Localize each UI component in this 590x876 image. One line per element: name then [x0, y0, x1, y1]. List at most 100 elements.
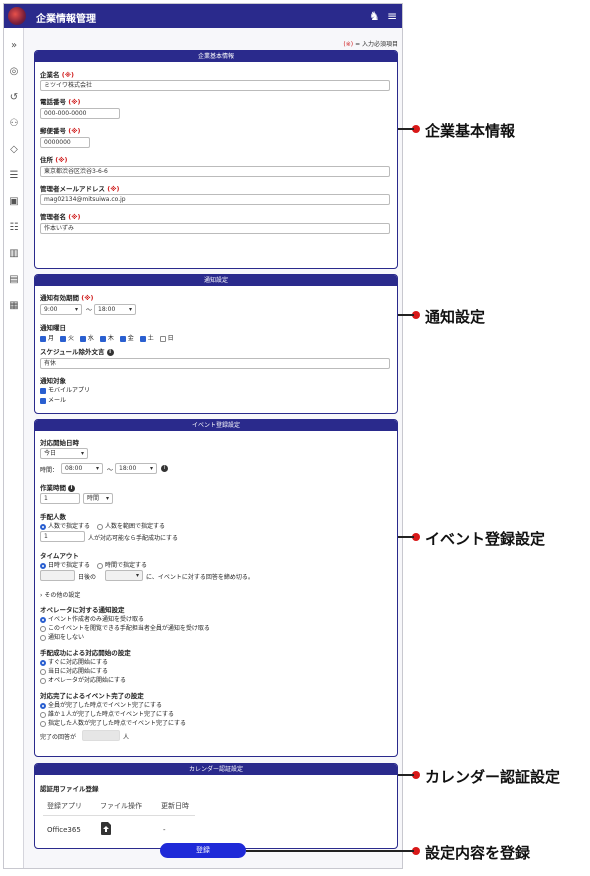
arrange-start-opt-1[interactable]: すぐに対応開始にする — [40, 657, 108, 666]
annotation-line-company — [398, 128, 414, 130]
complete-opt-3[interactable]: 指定した人数が完了した時点でイベント完了にする — [40, 718, 186, 727]
id-card-icon[interactable]: ▤ — [8, 274, 20, 286]
arrange-suffix: 人が対応可能なら手配成功にする — [88, 535, 179, 542]
notify-target-label: 通知対象 — [40, 377, 66, 385]
arrange-start-opt-3[interactable]: オペレータが対応開始にする — [40, 675, 126, 684]
company-panel-title: 企業基本情報 — [35, 51, 397, 62]
required-mark: (※) — [343, 41, 354, 48]
zip-input[interactable]: 0000000 — [40, 137, 90, 148]
timeout-days-text: 日後の — [78, 574, 97, 581]
zip-label: 郵便番号 (※) — [40, 127, 81, 135]
col-app-header: 登録アプリ — [47, 802, 82, 810]
tilde-text: 〜 — [86, 307, 93, 314]
expand-sidebar-icon[interactable]: » — [8, 40, 20, 52]
hamburger-menu-icon[interactable]: ≡ — [387, 9, 397, 23]
company-panel: 企業基本情報 企業名 (※) ミツイワ株式会社 電話番号 (※) 000-000… — [34, 50, 398, 269]
work-time-label: 作業時間 i — [40, 482, 75, 492]
notification-bell-icon[interactable]: ♞ — [369, 9, 380, 23]
table-divider — [43, 815, 195, 816]
target-mail-checkbox[interactable]: メール — [40, 395, 66, 404]
phone-input[interactable]: 000-000-0000 — [40, 108, 120, 119]
notify-panel-title: 通知設定 — [35, 275, 397, 286]
calendar-panel: カレンダー認証設定 認証用ファイル登録 登録アプリ ファイル操作 更新日時 Of… — [34, 763, 398, 849]
manager-label: 管理者名 (※) — [40, 213, 81, 221]
complete-opt-2[interactable]: 誰か１人が完了した時点でイベント完了にする — [40, 709, 174, 718]
op-notify-opt-1[interactable]: イベント作成者のみ通知を受け取る — [40, 614, 144, 623]
company-name-input[interactable]: ミツイワ株式会社 — [40, 80, 390, 91]
op-notify-opt-2[interactable]: このイベントを閲覧できる手配担当者全員が通知を受け取る — [40, 623, 210, 632]
day-tue[interactable]: 火 — [59, 335, 74, 342]
row-app-name: Office365 — [47, 826, 81, 834]
work-unit-select[interactable]: 時間 — [83, 493, 113, 504]
col-operation-header: ファイル操作 — [100, 802, 142, 810]
annotation-line-calendar — [398, 774, 414, 776]
save-icon[interactable]: ▣ — [8, 196, 20, 208]
arrange-opt-range[interactable]: 人数を範囲で指定する — [96, 523, 165, 530]
day-sat[interactable]: 土 — [139, 335, 154, 342]
file-upload-icon[interactable] — [101, 822, 111, 837]
op-notify-opt-3[interactable]: 通知をしない — [40, 632, 84, 641]
checklist-icon[interactable]: ☷ — [8, 222, 20, 234]
annotation-line-submit — [246, 850, 414, 852]
exclude-label: スケジュール除外文言 i — [40, 346, 114, 356]
timeout-days-input[interactable] — [40, 570, 75, 581]
row-updated: - — [163, 826, 166, 834]
building-icon[interactable]: ▥ — [8, 248, 20, 260]
tag-icon[interactable]: ◇ — [8, 144, 20, 156]
op-notify-label: オペレータに対する通知設定 — [40, 606, 125, 614]
complete-suffix: 人 — [123, 734, 130, 741]
other-settings-toggle[interactable]: › その他の設定 — [40, 590, 80, 599]
server-icon[interactable]: ☰ — [8, 170, 20, 182]
users-icon[interactable]: ⚇ — [8, 118, 20, 130]
company-name-label: 企業名 (※) — [40, 71, 75, 79]
notify-period-label: 通知有効期間 (※) — [40, 294, 94, 302]
time-label: 時間： — [40, 467, 59, 474]
time-to-select[interactable]: 18:00 — [115, 463, 157, 474]
info-icon[interactable]: i — [106, 348, 114, 356]
annotation-notify: 通知設定 — [425, 308, 486, 326]
email-input[interactable]: mag02134@mitsuiwa.co.jp — [40, 194, 390, 205]
book-icon[interactable]: ▦ — [8, 300, 20, 312]
arrange-count-input[interactable]: 1 — [40, 531, 85, 542]
day-fri[interactable]: 金 — [119, 335, 134, 342]
time-info-icon[interactable]: i — [161, 465, 168, 472]
day-wed[interactable]: 水 — [79, 335, 94, 342]
work-info-icon[interactable]: i — [68, 484, 75, 492]
main-content: (※) = 入力必須項目 企業基本情報 企業名 (※) ミツイワ株式会社 電話番… — [25, 28, 402, 868]
annotation-submit: 設定内容を登録 — [425, 844, 531, 862]
annotation-calendar: カレンダー認証設定 — [425, 768, 561, 786]
compass-icon[interactable]: ◎ — [8, 66, 20, 78]
notify-from-select[interactable]: 9:00 — [40, 304, 82, 315]
notify-days-list: 月 火 水 木 金 土 日 — [40, 333, 174, 342]
submit-button[interactable]: 登録 — [160, 843, 246, 858]
time-from-select[interactable]: 08:00 — [61, 463, 103, 474]
app-window: 企業情報管理 ♞ ≡ » ◎ ↺ ⚇ ◇ ☰ ▣ ☷ ▥ ▤ ▦ (※) = 入… — [3, 3, 403, 869]
complete-count-input[interactable] — [82, 730, 120, 741]
chevron-right-icon: › — [40, 592, 43, 599]
arrange-start-opt-2[interactable]: 当日に対応開始にする — [40, 666, 108, 675]
page-title: 企業情報管理 — [36, 14, 96, 25]
complete-label: 対応完了によるイベント完了の設定 — [40, 692, 144, 700]
day-mon[interactable]: 月 — [40, 335, 54, 342]
timeout-opt-hours[interactable]: 時間で指定する — [96, 562, 147, 569]
exclude-input[interactable]: 有休 — [40, 358, 390, 369]
manager-input[interactable]: 作本いずみ — [40, 223, 390, 234]
arrange-opt-count[interactable]: 人数で指定する — [40, 523, 90, 530]
timeout-options: 日時で指定する 時間で指定する — [40, 560, 147, 569]
timeout-opt-date[interactable]: 日時で指定する — [40, 562, 90, 569]
start-day-select[interactable]: 今日 — [40, 448, 88, 459]
address-input[interactable]: 東京都渋谷区渋谷3-6-6 — [40, 166, 390, 177]
work-time-input[interactable]: 1 — [40, 493, 80, 504]
timeout-time-select[interactable] — [105, 570, 143, 581]
complete-opt-1[interactable]: 全員が完了した時点でイベント完了にする — [40, 700, 162, 709]
day-sun[interactable]: 日 — [159, 335, 174, 342]
start-datetime-label: 対応開始日時 — [40, 439, 79, 447]
target-app-checkbox[interactable]: モバイルアプリ — [40, 385, 90, 394]
timeout-suffix: に、イベントに対する回答を締め切る。 — [146, 574, 254, 581]
notify-to-select[interactable]: 18:00 — [94, 304, 136, 315]
day-thu[interactable]: 木 — [99, 335, 114, 342]
sidebar: » ◎ ↺ ⚇ ◇ ☰ ▣ ☷ ▥ ▤ ▦ — [4, 28, 24, 868]
time-tilde: 〜 — [107, 467, 114, 474]
history-icon[interactable]: ↺ — [8, 92, 20, 104]
top-bar: 企業情報管理 ♞ ≡ — [4, 4, 402, 28]
